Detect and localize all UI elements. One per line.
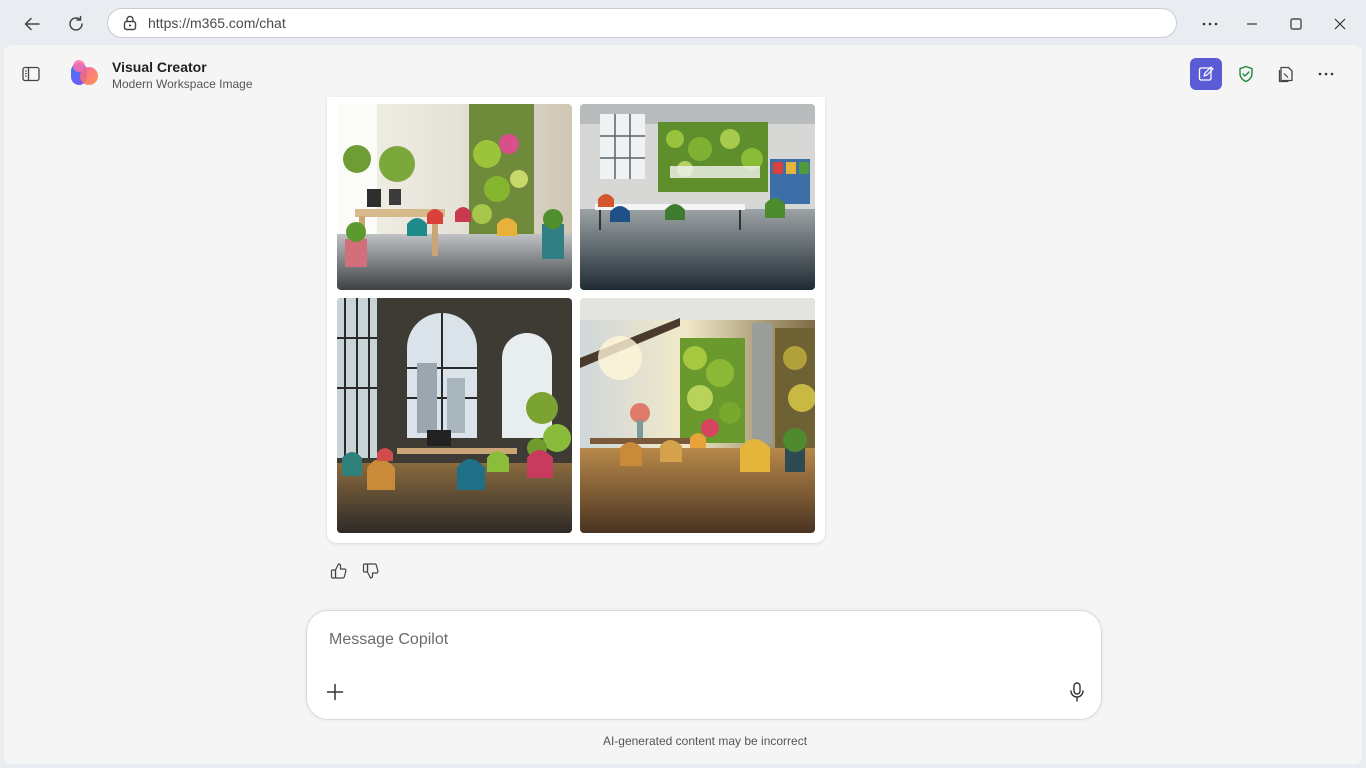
workspace-image-2[interactable]: [580, 104, 815, 290]
microphone-icon: [1069, 682, 1085, 702]
thumbs-down-icon[interactable]: [360, 560, 382, 582]
new-chat-button[interactable]: [1190, 58, 1222, 90]
workspace-image-3[interactable]: [337, 298, 572, 533]
workspace-image-1[interactable]: [337, 104, 572, 290]
plus-icon: [326, 683, 344, 701]
message-composer: [306, 610, 1102, 720]
image-grid-card: [327, 97, 825, 543]
message-input[interactable]: [327, 627, 1031, 653]
ai-disclaimer: AI-generated content may be incorrect: [602, 734, 808, 748]
microphone-button[interactable]: [1065, 680, 1089, 704]
more-horizontal-icon[interactable]: [1310, 58, 1342, 90]
browser-toolbar: https://m365.com/chat: [0, 0, 1366, 46]
app-header: Visual Creator Modern Workspace Image: [4, 45, 1362, 103]
refresh-icon[interactable]: [61, 9, 91, 39]
more-horizontal-icon[interactable]: [1195, 9, 1225, 39]
copilot-logo: [67, 57, 101, 91]
notebook-icon[interactable]: [1270, 58, 1302, 90]
app-subtitle: Modern Workspace Image: [112, 77, 253, 91]
copilot-app: Visual Creator Modern Workspace Image Me…: [4, 45, 1362, 764]
sidebar-toggle-icon[interactable]: [18, 61, 44, 87]
url-text[interactable]: https://m365.com/chat: [148, 15, 286, 31]
thumbs-up-icon[interactable]: [328, 560, 350, 582]
lock-icon[interactable]: [122, 15, 138, 31]
back-arrow-icon[interactable]: [17, 9, 47, 39]
close-icon[interactable]: [1325, 9, 1355, 39]
maximize-icon[interactable]: [1281, 9, 1311, 39]
new-chat-icon: [1198, 66, 1214, 82]
address-bar[interactable]: https://m365.com/chat: [107, 8, 1177, 38]
minimize-icon[interactable]: [1237, 9, 1267, 39]
app-title: Visual Creator: [112, 59, 207, 75]
workspace-image-4[interactable]: [580, 298, 815, 533]
shield-check-icon[interactable]: [1230, 58, 1262, 90]
add-attachment-button[interactable]: [323, 680, 347, 704]
